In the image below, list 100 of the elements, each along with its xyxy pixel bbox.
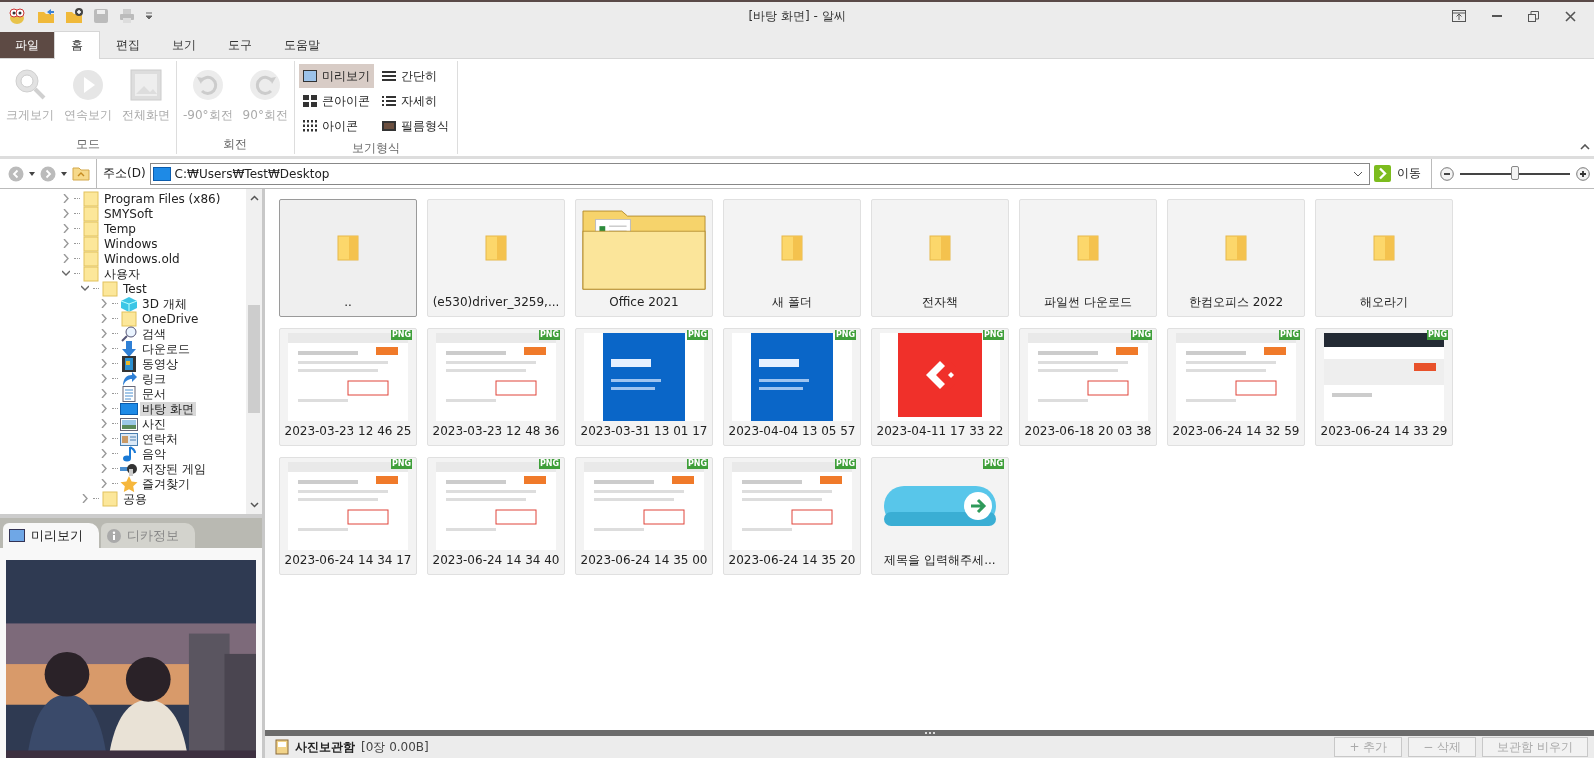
file-tile[interactable]: PNG 2023-03-23 12 46 25 (279, 328, 417, 446)
zoom-in-icon[interactable] (1576, 166, 1590, 181)
save-icon[interactable] (93, 8, 109, 24)
close-icon[interactable] (1565, 10, 1576, 22)
tree-item[interactable]: Test (121, 281, 149, 296)
menu-tab[interactable]: 파일 (0, 32, 54, 58)
tree-item[interactable]: 음악 (140, 446, 168, 461)
up-folder-icon[interactable] (72, 166, 90, 181)
scroll-up-icon[interactable] (249, 195, 259, 201)
menu-tab[interactable]: 편집 (100, 32, 156, 58)
zoom-out-icon[interactable] (1440, 166, 1454, 181)
minimize-icon[interactable] (1492, 14, 1502, 18)
photo-icon (120, 415, 138, 432)
file-tile[interactable]: PNG 2023-06-18 20 03 38 (1019, 328, 1157, 446)
folder-icon (82, 265, 100, 282)
collapse-icon[interactable] (1580, 144, 1590, 150)
file-tile[interactable]: PNG 2023-06-24 14 32 59 (1167, 328, 1305, 446)
file-tile[interactable]: (e530)driver_3259,... (427, 199, 565, 317)
view-option[interactable]: 미리보기 (298, 64, 374, 88)
scroll-down-icon[interactable] (249, 502, 259, 508)
panel-tab[interactable]: 미리보기 (3, 523, 99, 548)
go-button[interactable]: 이동 (1370, 159, 1432, 188)
forward-icon[interactable] (40, 165, 56, 182)
menu-tab[interactable]: 보기 (156, 32, 212, 58)
details-icon (381, 95, 396, 107)
tree-item[interactable]: 문서 (140, 386, 168, 401)
scrollbar-thumb[interactable] (248, 305, 260, 413)
folder-icon (82, 235, 100, 252)
tree-item[interactable]: SMYSoft (102, 206, 155, 221)
tree-item[interactable]: Program Files (x86) (102, 191, 223, 206)
file-tile[interactable]: PNG 2023-03-31 13 01 17 (575, 328, 713, 446)
tree-item[interactable]: 바탕 화면 (140, 401, 196, 416)
preview-icon (302, 70, 317, 82)
menu-tab[interactable]: 도구 (212, 32, 268, 58)
file-tile[interactable]: PNG 2023-06-24 14 35 20 (723, 457, 861, 575)
file-type-badge: PNG (834, 459, 856, 469)
tree-item[interactable]: 저장된 게임 (140, 461, 208, 476)
folder-icon (120, 310, 138, 327)
file-tile[interactable]: PNG 2023-04-11 17 33 22 (871, 328, 1009, 446)
view-option[interactable]: 간단히 (377, 64, 453, 88)
menu-tab[interactable]: 도움말 (268, 32, 336, 58)
file-tile[interactable]: PNG 2023-06-24 14 34 40 (427, 457, 565, 575)
folder-icon (101, 490, 119, 507)
window-title: [바탕 화면] - 알씨 (748, 7, 846, 25)
tree-item[interactable]: 연락처 (140, 431, 180, 446)
file-tile[interactable]: 새 폴더 (723, 199, 861, 317)
tree-item[interactable]: 3D 개체 (140, 296, 189, 311)
tree-item[interactable]: 즐겨찾기 (140, 476, 192, 491)
file-type-badge: PNG (686, 459, 708, 469)
file-tile[interactable]: PNG 2023-06-24 14 34 17 (279, 457, 417, 575)
file-type-badge: PNG (390, 459, 412, 469)
tree-item[interactable]: Windows.old (102, 251, 182, 266)
tree-item[interactable]: 링크 (140, 371, 168, 386)
tree-item[interactable]: 동영상 (140, 356, 180, 371)
tree-item[interactable]: Windows (102, 236, 160, 251)
caret-icon[interactable] (29, 171, 35, 176)
menu-tab[interactable]: 홈 (54, 31, 100, 59)
folder-icon (929, 235, 951, 261)
view-option[interactable]: 아이콘 (298, 114, 374, 138)
group-label: 회전 (222, 136, 249, 153)
tree-item[interactable]: Temp (102, 221, 138, 236)
view-option[interactable]: 큰아이콘 (298, 89, 374, 113)
tree-item[interactable]: 사용자 (102, 266, 142, 281)
tree-item[interactable]: 사진 (140, 416, 168, 431)
address-field[interactable]: C:₩Users₩Test₩Desktop (149, 162, 1370, 185)
file-tile[interactable]: .. (279, 199, 417, 317)
archive-title: 사진보관함 (295, 738, 355, 756)
open-folder-icon[interactable] (37, 8, 55, 24)
file-tile[interactable]: PNG 제목을 입력해주세... (871, 457, 1009, 575)
file-tile[interactable]: PNG 2023-03-23 12 48 36 (427, 328, 565, 446)
file-tile[interactable]: 해오라기 (1315, 199, 1453, 317)
caret-icon[interactable] (145, 12, 153, 20)
view-option[interactable]: 필름형식 (377, 114, 453, 138)
restore-icon[interactable] (1528, 10, 1539, 22)
file-tile[interactable]: 전자책 (871, 199, 1009, 317)
view-option[interactable]: 자세히 (377, 89, 453, 113)
new-folder-icon[interactable] (65, 8, 83, 24)
file-tile[interactable]: PNG 2023-06-24 14 33 29 (1315, 328, 1453, 446)
caret-icon[interactable] (61, 171, 67, 176)
tree-item[interactable]: OneDrive (140, 311, 201, 326)
file-tile[interactable]: PNG 2023-04-04 13 05 57 (723, 328, 861, 446)
file-tile[interactable]: PNG 2023-06-24 14 35 00 (575, 457, 713, 575)
file-tile[interactable]: 파일썬 다운로드 (1019, 199, 1157, 317)
folder-icon (337, 235, 359, 261)
app-icon[interactable] (7, 7, 27, 25)
tree-item[interactable]: 공용 (121, 491, 149, 506)
back-icon[interactable] (8, 165, 24, 182)
file-tile[interactable]: 한컴오피스 2022 (1167, 199, 1305, 317)
download-icon (120, 340, 138, 357)
small-icons-icon (302, 120, 317, 132)
zoom-slider[interactable] (1511, 165, 1519, 180)
address-label: 주소(D) (102, 165, 147, 182)
link-icon (120, 370, 138, 387)
tree-item[interactable]: 다운로드 (140, 341, 192, 356)
file-tile[interactable]: Office 2021 (575, 199, 713, 317)
folder-icon (82, 190, 100, 207)
tree-item[interactable]: 검색 (140, 326, 168, 341)
dropdown-icon[interactable] (1353, 170, 1363, 177)
pin-icon[interactable] (1452, 10, 1466, 22)
print-icon[interactable] (119, 8, 135, 24)
